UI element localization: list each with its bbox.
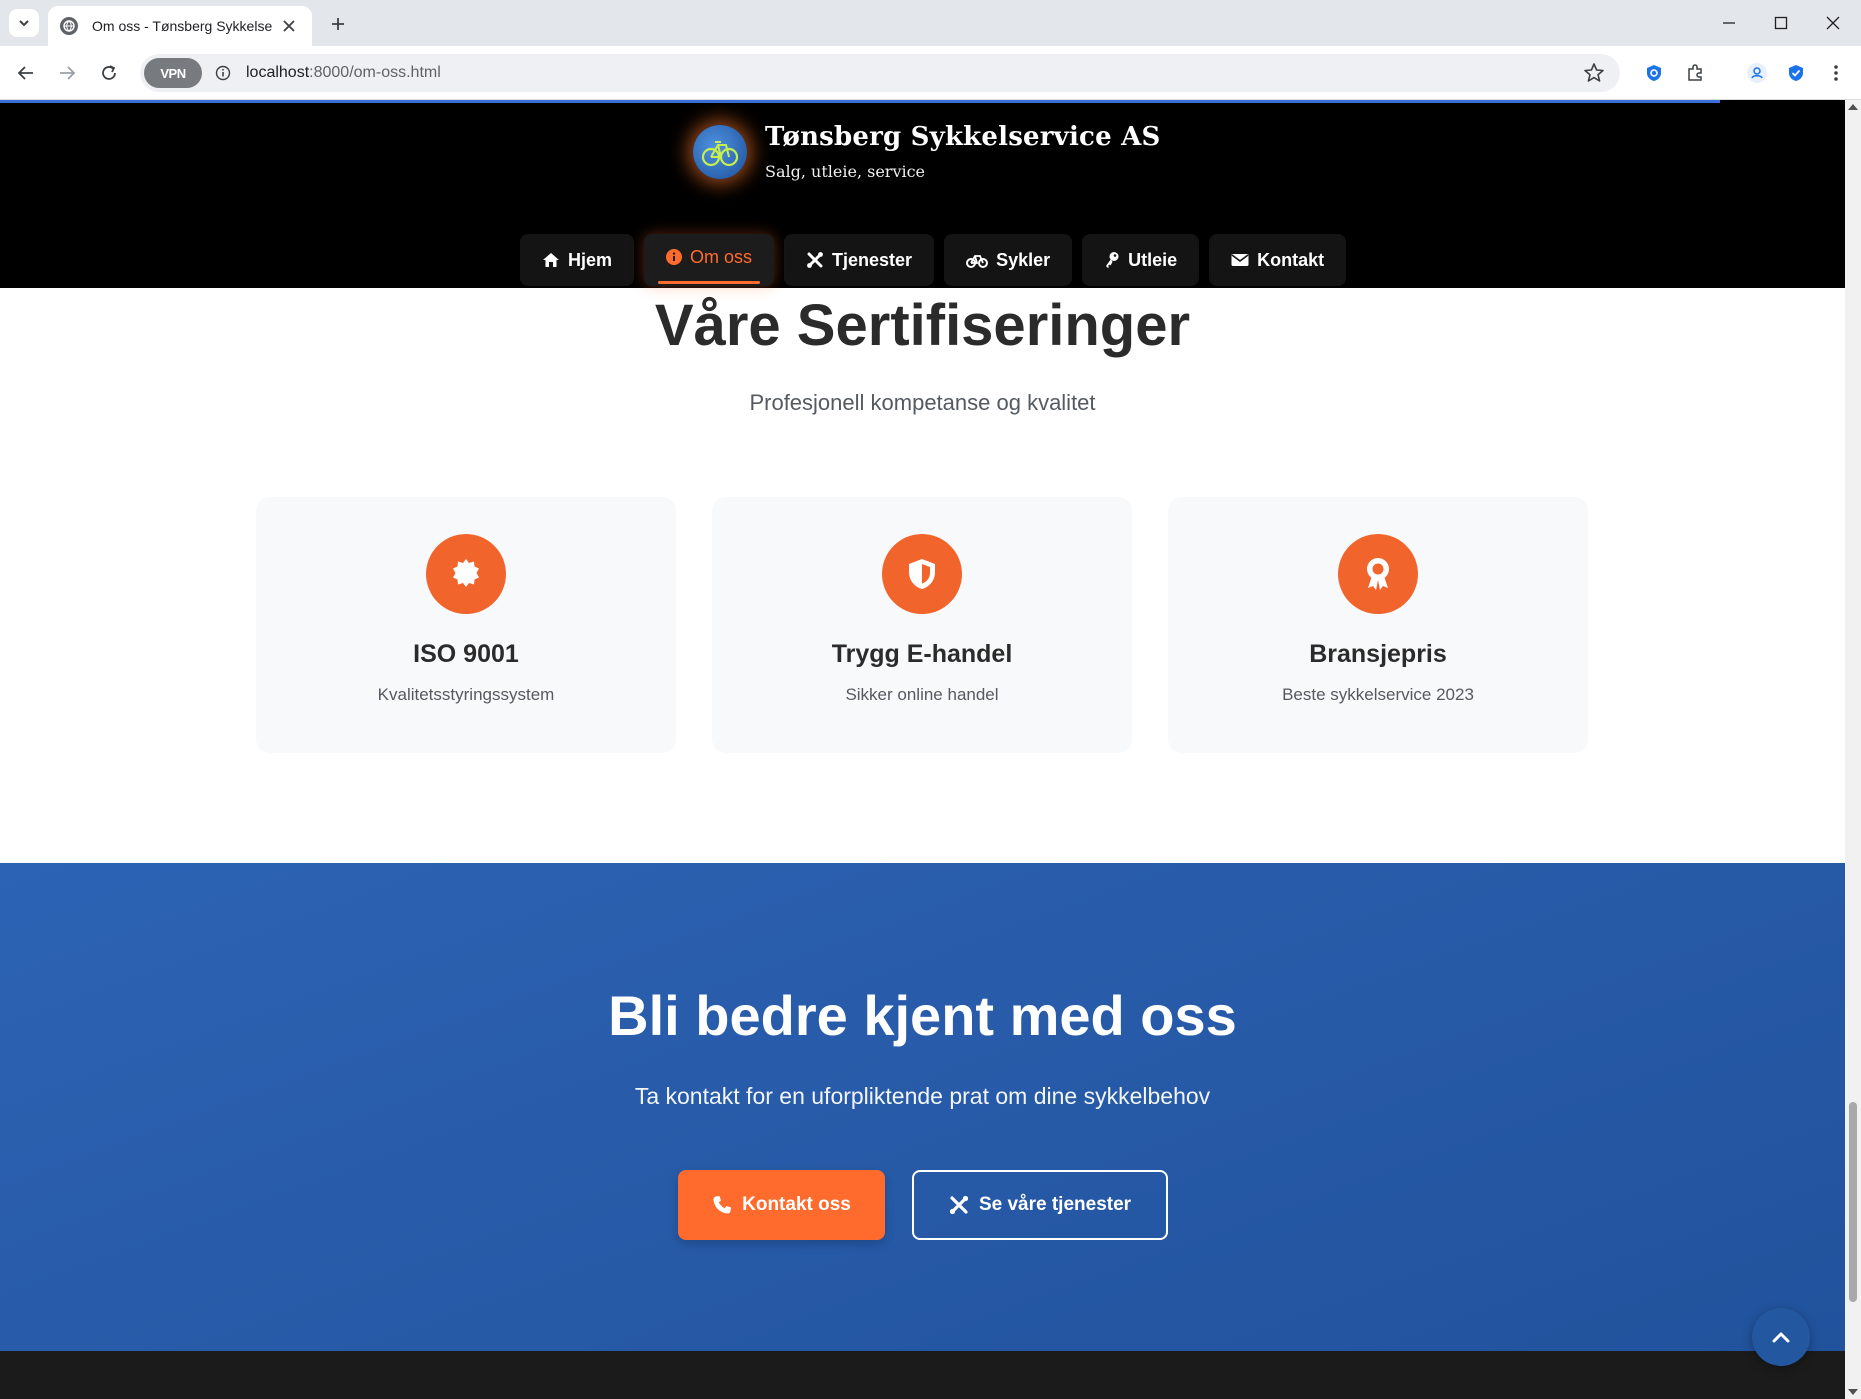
scroll-down-arrow-icon[interactable] [1848,1389,1858,1395]
brand[interactable]: Tønsberg Sykkelservice AS Salg, utleie, … [693,122,1160,181]
nav-label: Om oss [690,246,753,267]
vpn-badge[interactable]: VPN [144,58,202,88]
cta-section: Bli bedre kjent med oss Ta kontakt for e… [0,863,1845,1351]
nav-item-tjenester[interactable]: Tjenester [784,234,935,286]
card-description: Kvalitetsstyringssystem [377,685,555,704]
new-tab-button[interactable] [325,11,351,37]
button-label: Kontakt oss [742,1194,851,1215]
profile-avatar-icon[interactable] [1742,58,1772,88]
button-label: Se våre tjenester [978,1194,1132,1215]
tools-icon [949,1195,969,1215]
tab-title: Om oss - Tønsberg Sykkelservice AS [92,18,272,34]
home-icon [543,253,559,267]
reload-icon [102,65,116,80]
back-to-top-button[interactable] [1752,1308,1810,1366]
arrow-left-icon [17,66,33,80]
card-title: Trygg E-handel [831,640,1013,668]
cta-subtitle: Ta kontakt for en uforpliktende prat om … [634,1083,1211,1109]
bicycle-logo-icon [693,124,747,179]
url-text: localhost:8000/om-oss.html [246,64,441,82]
bookmark-star-icon[interactable] [1582,61,1606,85]
contact-us-button[interactable]: Kontakt oss [678,1170,885,1240]
url-path: :8000/om-oss.html [309,64,441,81]
minimize-button[interactable] [1711,8,1747,38]
minimize-icon [1723,22,1735,24]
site-header: Tønsberg Sykkelservice AS Salg, utleie, … [0,100,1845,288]
nav-item-sykler[interactable]: Sykler [944,234,1073,286]
main-navigation: Hjem Om oss Tjenester Sykler Utleie Kont… [520,234,1347,286]
back-button[interactable] [9,56,43,90]
scroll-up-arrow-icon[interactable] [1848,104,1858,110]
nav-item-hjem[interactable]: Hjem [520,234,635,286]
key-icon [1106,252,1119,268]
scroll-progress-bar [0,100,1720,103]
see-services-button[interactable]: Se våre tjenester [912,1170,1168,1240]
certifications-title: Våre Sertifiseringer [654,293,1191,358]
site-footer [0,1351,1845,1399]
nav-item-utleie[interactable]: Utleie [1082,234,1200,286]
url-host: localhost [246,64,310,81]
brand-subtitle: Salg, utleie, service [765,162,926,181]
nav-label: Hjem [568,249,613,270]
phone-icon [713,1196,732,1214]
certification-card-bransjepris: Bransjepris Beste sykkelservice 2023 [1168,497,1588,753]
browser-toolbar: VPN localhost:8000/om-oss.html [0,46,1861,100]
close-tab-icon[interactable] [278,15,300,37]
chevron-up-icon [1772,1332,1790,1343]
nav-item-om-oss[interactable]: Om oss [644,234,775,286]
close-icon [1826,16,1840,30]
tab-search-button[interactable] [9,9,39,37]
close-window-button[interactable] [1815,8,1851,38]
site-info-icon[interactable] [212,62,234,84]
page-viewport: Tønsberg Sykkelservice AS Salg, utleie, … [0,100,1845,1399]
card-title: ISO 9001 [413,640,519,668]
security-shield-extension-icon[interactable] [1781,58,1811,88]
card-title: Bransjepris [1309,640,1447,668]
nav-label: Tjenester [832,249,913,270]
privacy-shield-extension-icon[interactable] [1639,58,1669,88]
tools-icon [807,252,823,268]
globe-icon [60,17,78,35]
card-description: Beste sykkelservice 2023 [1282,685,1474,704]
certifications-subtitle: Profesjonell kompetanse og kvalitet [749,390,1096,415]
scrollbar-thumb[interactable] [1849,1102,1857,1302]
card-description: Sikker online handel [845,685,999,704]
certificate-icon [426,534,506,614]
nav-label: Utleie [1128,249,1178,270]
nav-label: Sykler [996,249,1051,270]
extensions-puzzle-icon[interactable] [1680,58,1710,88]
award-icon [1338,534,1418,614]
chevron-down-icon [19,20,29,27]
plus-icon [332,18,344,30]
browser-menu-icon[interactable] [1821,58,1851,88]
nav-label: Kontakt [1257,249,1325,270]
nav-item-kontakt[interactable]: Kontakt [1209,234,1347,286]
cta-title: Bli bedre kjent med oss [608,984,1237,1047]
forward-button[interactable] [50,56,84,90]
address-bar[interactable]: VPN localhost:8000/om-oss.html [140,54,1620,92]
reload-button[interactable] [92,56,126,90]
page-scrollbar[interactable] [1845,100,1861,1399]
brand-title: Tønsberg Sykkelservice AS [765,122,1161,152]
envelope-icon [1231,254,1249,266]
browser-tab[interactable]: Om oss - Tønsberg Sykkelservice AS [48,6,312,46]
bicycle-icon [966,255,989,268]
browser-tab-bar: Om oss - Tønsberg Sykkelservice AS [0,0,1861,46]
shield-icon [882,534,962,614]
arrow-right-icon [60,66,76,80]
certification-card-ehandel: Trygg E-handel Sikker online handel [712,497,1132,753]
maximize-button[interactable] [1763,8,1799,38]
maximize-icon [1774,16,1788,30]
certification-card-iso: ISO 9001 Kvalitetsstyringssystem [256,497,676,753]
info-icon [666,249,683,265]
